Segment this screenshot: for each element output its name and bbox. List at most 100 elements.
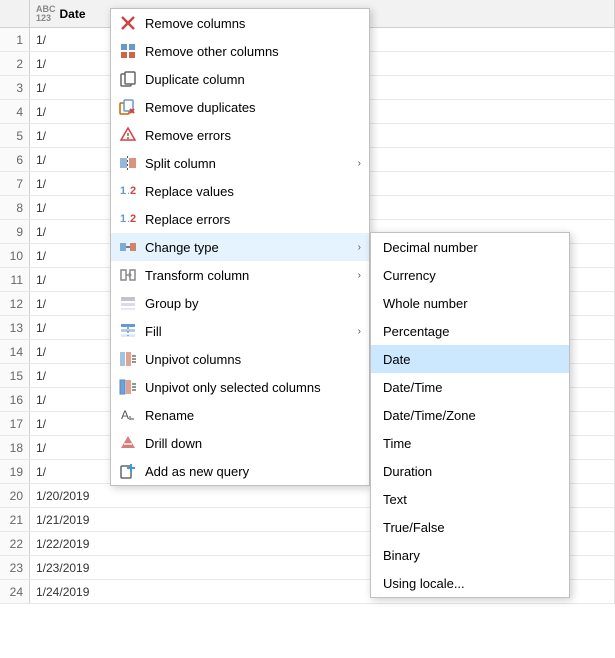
- submenu-item-whole-number[interactable]: Whole number: [371, 289, 569, 317]
- split-icon: [119, 154, 137, 172]
- menu-item-group-by[interactable]: Group by: [111, 289, 369, 317]
- replace-err-icon: 1.2: [119, 210, 137, 228]
- row-number: 8: [0, 196, 30, 219]
- menu-label-replace-errors: Replace errors: [145, 212, 361, 227]
- menu-item-unpivot-selected[interactable]: Unpivot only selected columns: [111, 373, 369, 401]
- unpivot-sel-icon: [119, 378, 137, 396]
- menu-item-remove-errors[interactable]: Remove errors: [111, 121, 369, 149]
- add-query-icon: [119, 462, 137, 480]
- group-icon: [119, 294, 137, 312]
- x-icon: [119, 14, 137, 32]
- menu-item-remove-duplicates[interactable]: Remove duplicates: [111, 93, 369, 121]
- menu-item-add-query[interactable]: Add as new query: [111, 457, 369, 485]
- submenu-item-percentage[interactable]: Percentage: [371, 317, 569, 345]
- submenu-item-using-locale[interactable]: Using locale...: [371, 569, 569, 597]
- menu-item-replace-errors[interactable]: 1.2 Replace errors: [111, 205, 369, 233]
- row-number: 13: [0, 316, 30, 339]
- row-number: 3: [0, 76, 30, 99]
- submenu-item-date[interactable]: Date: [371, 345, 569, 373]
- menu-item-transform-column[interactable]: Transform column ›: [111, 261, 369, 289]
- menu-item-remove-other-columns[interactable]: Remove other columns: [111, 37, 369, 65]
- menu-label-duplicate-column: Duplicate column: [145, 72, 361, 87]
- menu-item-unpivot-columns[interactable]: Unpivot columns: [111, 345, 369, 373]
- menu-label-unpivot-columns: Unpivot columns: [145, 352, 361, 367]
- grid-icon: [119, 42, 137, 60]
- menu-item-fill[interactable]: Fill›: [111, 317, 369, 345]
- row-number: 6: [0, 148, 30, 171]
- row-number: 2: [0, 52, 30, 75]
- menu-item-remove-columns[interactable]: Remove columns: [111, 9, 369, 37]
- row-number: 22: [0, 532, 30, 555]
- menu-label-drill-down: Drill down: [145, 436, 361, 451]
- changetype-icon: [119, 238, 137, 256]
- menu-label-change-type: Change type: [145, 240, 350, 255]
- row-number: 20: [0, 484, 30, 507]
- submenu-item-binary[interactable]: Binary: [371, 541, 569, 569]
- svg-text:A: A: [121, 408, 129, 422]
- menu-item-change-type[interactable]: Change type ›: [111, 233, 369, 261]
- svg-text:1: 1: [120, 213, 126, 225]
- row-number: 11: [0, 268, 30, 291]
- menu-label-remove-duplicates: Remove duplicates: [145, 100, 361, 115]
- submenu-arrow-icon: ›: [358, 326, 361, 337]
- svg-text:2: 2: [130, 185, 136, 197]
- row-number: 5: [0, 124, 30, 147]
- remove-dup-icon: [119, 98, 137, 116]
- menu-label-remove-columns: Remove columns: [145, 16, 361, 31]
- submenu-item-truefalse[interactable]: True/False: [371, 513, 569, 541]
- row-number: 19: [0, 460, 30, 483]
- row-number: 15: [0, 364, 30, 387]
- menu-item-replace-values[interactable]: 1.2 Replace values: [111, 177, 369, 205]
- menu-label-remove-other-columns: Remove other columns: [145, 44, 361, 59]
- row-number: 17: [0, 412, 30, 435]
- menu-label-unpivot-selected: Unpivot only selected columns: [145, 380, 361, 395]
- row-number: 7: [0, 172, 30, 195]
- submenu-item-datetime[interactable]: Date/Time: [371, 373, 569, 401]
- row-number: 18: [0, 436, 30, 459]
- column-name: Date: [60, 7, 86, 21]
- transform-icon: [119, 266, 137, 284]
- submenu-item-currency[interactable]: Currency: [371, 261, 569, 289]
- row-number: 24: [0, 580, 30, 603]
- svg-text:2: 2: [130, 213, 136, 225]
- row-number: 14: [0, 340, 30, 363]
- row-number: 12: [0, 292, 30, 315]
- row-number-header: [0, 0, 30, 28]
- menu-item-split-column[interactable]: Split column ›: [111, 149, 369, 177]
- menu-label-rename: Rename: [145, 408, 361, 423]
- row-number: 9: [0, 220, 30, 243]
- menu-label-split-column: Split column: [145, 156, 350, 171]
- submenu-arrow-icon: ›: [358, 242, 361, 253]
- submenu-item-datetimezone[interactable]: Date/Time/Zone: [371, 401, 569, 429]
- menu-label-add-query: Add as new query: [145, 464, 361, 479]
- menu-item-drill-down[interactable]: Drill down: [111, 429, 369, 457]
- svg-text:1: 1: [120, 185, 126, 197]
- unpivot-icon: [119, 350, 137, 368]
- menu-label-group-by: Group by: [145, 296, 361, 311]
- change-type-submenu: Decimal numberCurrencyWhole numberPercen…: [370, 232, 570, 598]
- context-menu: Remove columns Remove other columns Duplic…: [110, 8, 370, 486]
- menu-label-transform-column: Transform column: [145, 268, 350, 283]
- menu-label-remove-errors: Remove errors: [145, 128, 361, 143]
- submenu-arrow-icon: ›: [358, 270, 361, 281]
- submenu-item-duration[interactable]: Duration: [371, 457, 569, 485]
- menu-item-rename[interactable]: A Rename: [111, 401, 369, 429]
- replace-icon: 1.2: [119, 182, 137, 200]
- submenu-arrow-icon: ›: [358, 158, 361, 169]
- remove-err-icon: [119, 126, 137, 144]
- rename-icon: A: [119, 406, 137, 424]
- row-number: 1: [0, 28, 30, 51]
- row-number: 23: [0, 556, 30, 579]
- row-number: 10: [0, 244, 30, 267]
- submenu-item-decimal[interactable]: Decimal number: [371, 233, 569, 261]
- menu-label-replace-values: Replace values: [145, 184, 361, 199]
- row-number: 16: [0, 388, 30, 411]
- type-badge: ABC123: [36, 5, 56, 23]
- row-number: 21: [0, 508, 30, 531]
- submenu-item-text[interactable]: Text: [371, 485, 569, 513]
- submenu-item-time[interactable]: Time: [371, 429, 569, 457]
- fill-icon: [119, 322, 137, 340]
- drill-icon: [119, 434, 137, 452]
- dup-icon: [119, 70, 137, 88]
- menu-item-duplicate-column[interactable]: Duplicate column: [111, 65, 369, 93]
